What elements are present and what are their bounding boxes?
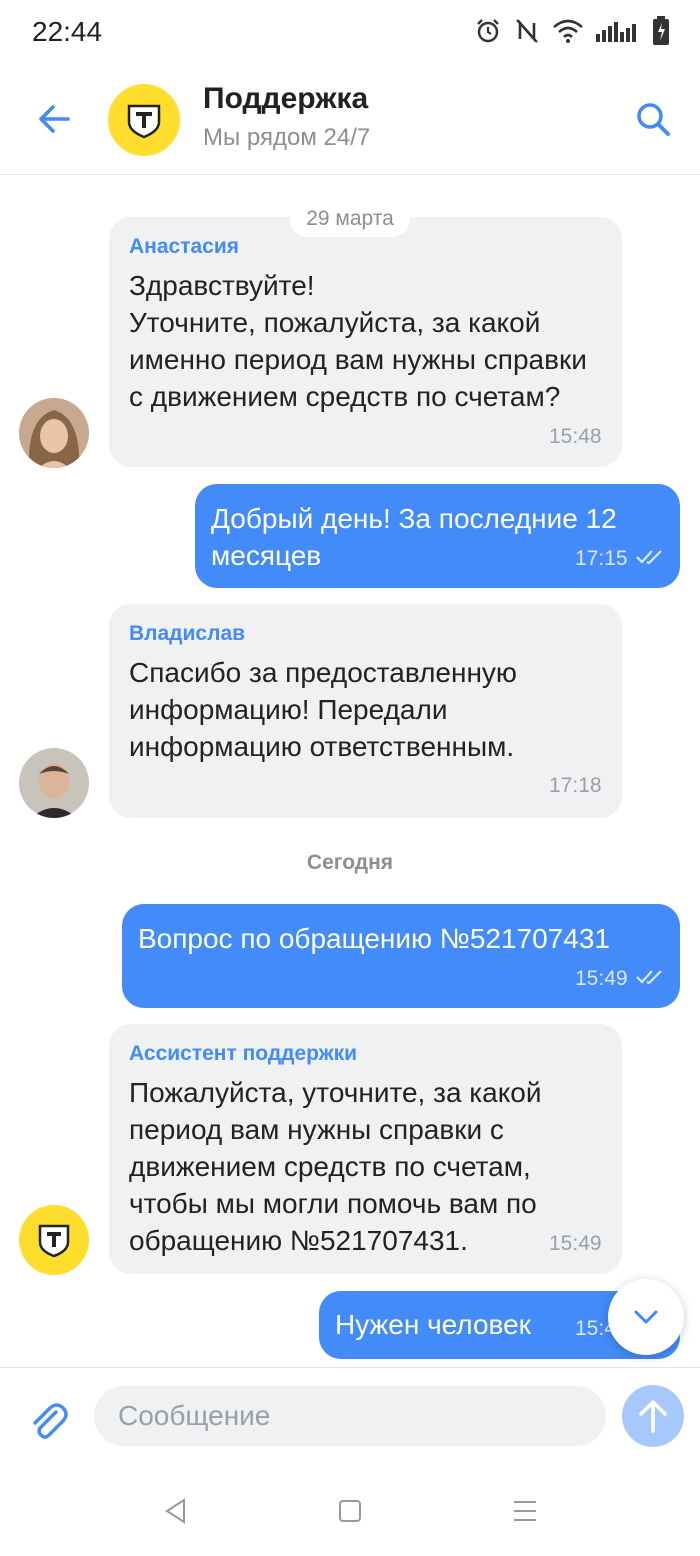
system-nav-bar (0, 1467, 700, 1556)
message-text: Пожалуйста, уточните, за какой период ва… (129, 1077, 542, 1256)
message-text: Спасибо за предоставленную информацию! П… (129, 657, 517, 762)
search-icon (637, 103, 670, 136)
date-separator: 29 марта (290, 201, 410, 237)
message-time: 15:48 (549, 425, 602, 448)
outgoing-message[interactable]: Добрый день! За последние 12 месяцев 17:… (195, 484, 680, 588)
message-text: Здравствуйте! Уточните, пожалуйста, за к… (129, 270, 587, 412)
read-checkmarks-icon (636, 550, 662, 565)
agent-photo (19, 398, 89, 468)
chevron-down-icon (634, 1310, 658, 1324)
wifi-icon (553, 19, 583, 43)
alarm-icon (477, 19, 499, 43)
tinkoff-shield-icon (38, 1224, 70, 1258)
message-time: 17:15 (575, 547, 628, 570)
incoming-message[interactable]: Владислав Спасибо за предоставленную инф… (109, 604, 622, 818)
status-icons (474, 16, 670, 46)
nav-back-button[interactable] (160, 1495, 192, 1527)
message-time: 17:18 (549, 774, 602, 797)
chat-header: Поддержка Мы рядом 24/7 (0, 66, 700, 175)
back-button[interactable] (34, 98, 76, 140)
avatar[interactable] (19, 398, 89, 468)
incoming-message[interactable]: Анастасия Здравствуйте! Уточните, пожалу… (109, 217, 622, 467)
signal-icon (596, 22, 636, 42)
agent-photo (19, 748, 89, 818)
arrow-left-icon (39, 105, 70, 133)
avatar[interactable] (19, 1205, 89, 1275)
message-text: Нужен человек (335, 1309, 531, 1340)
arrow-up-icon (639, 1400, 667, 1433)
scroll-to-bottom-button[interactable] (608, 1279, 684, 1355)
search-button[interactable] (632, 98, 674, 140)
send-button[interactable] (622, 1385, 684, 1447)
sender-name: Владислав (129, 622, 246, 645)
message-time: 15:49 (549, 1232, 602, 1255)
nav-menu-button[interactable] (509, 1495, 541, 1527)
attach-button[interactable] (26, 1398, 70, 1442)
status-bar: 22:44 (0, 0, 700, 66)
sender-name: Анастасия (129, 235, 240, 258)
incoming-message[interactable]: Ассистент поддержки Пожалуйста, уточните… (109, 1024, 622, 1274)
support-avatar (108, 84, 180, 156)
menu-icon (514, 1501, 536, 1521)
status-time: 22:44 (32, 16, 103, 47)
square-home-icon (339, 1500, 361, 1522)
message-text: Вопрос по обращению №521707431 (138, 923, 610, 954)
date-separator: Сегодня (306, 851, 394, 874)
message-time: 15:49 (575, 967, 628, 990)
chat-title: Поддержка (203, 82, 369, 115)
chat-subtitle: Мы рядом 24/7 (203, 124, 371, 151)
message-input[interactable] (94, 1386, 606, 1446)
nfc-icon (516, 19, 538, 43)
avatar[interactable] (19, 748, 89, 818)
read-checkmarks-icon (636, 970, 662, 985)
nav-home-button[interactable] (334, 1495, 366, 1527)
composer (0, 1367, 700, 1468)
tinkoff-shield-icon (127, 104, 161, 139)
message-list[interactable]: 29 марта Анастасия Здравствуйте! Уточнит… (0, 175, 700, 1367)
battery-icon (653, 16, 669, 45)
sender-name: Ассистент поддержки (129, 1042, 358, 1065)
triangle-back-icon (165, 1498, 185, 1524)
paperclip-icon (33, 1403, 68, 1439)
outgoing-message[interactable]: Вопрос по обращению №521707431 15:49 (122, 904, 680, 1008)
